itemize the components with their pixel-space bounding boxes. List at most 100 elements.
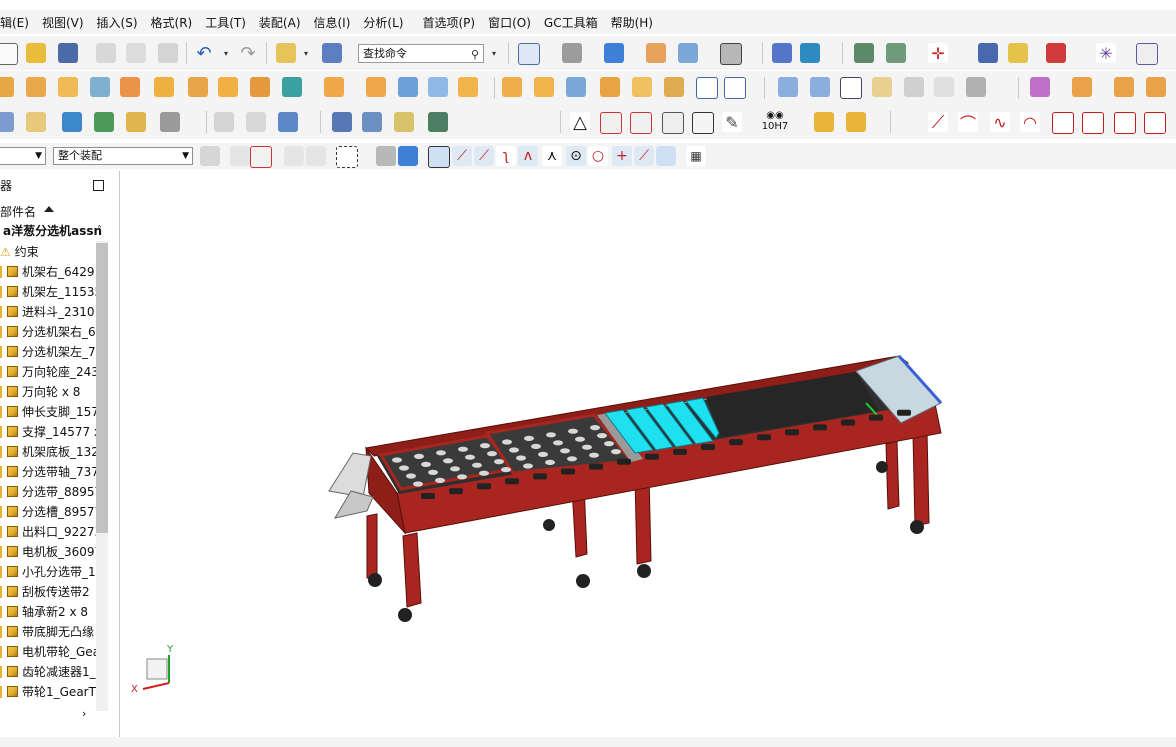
check-indicator-icon[interactable] (0, 266, 2, 278)
sweep-icon[interactable] (398, 77, 418, 97)
curve-sketch-icon[interactable] (214, 112, 234, 132)
tree-item[interactable]: 伸长支脚_157 (0, 402, 96, 422)
copy-icon[interactable] (126, 43, 146, 63)
grid-select-icon[interactable]: ▦ (686, 146, 706, 166)
tree-item[interactable]: 出料口_92273 (0, 522, 96, 542)
column-header-part-name[interactable]: 部件名 (0, 203, 36, 220)
tolerance-icon[interactable]: ◉◉ 10H7 (760, 107, 790, 137)
tree-item[interactable]: 带底脚无凸缘 (0, 622, 96, 642)
check-indicator-icon[interactable] (0, 546, 2, 558)
measure-icon[interactable] (978, 43, 998, 63)
tree-item[interactable]: 电机板_36097 (0, 542, 96, 562)
block-icon[interactable] (26, 77, 46, 97)
wcs-icon[interactable]: ✛ (928, 43, 948, 63)
triangle-icon[interactable]: △ (570, 112, 590, 133)
fit-view-icon[interactable] (518, 43, 540, 65)
menu-info[interactable]: 信息(I) (314, 14, 351, 31)
analysis-icon[interactable] (1008, 43, 1028, 63)
mirror-body-icon[interactable] (1114, 77, 1134, 97)
pattern-icon[interactable] (154, 77, 174, 97)
tree-item[interactable]: 机架右_6429 (0, 262, 96, 282)
tree-item[interactable]: 分选机架右_6 (0, 322, 96, 342)
draft-icon[interactable] (458, 77, 478, 97)
note-icon[interactable] (692, 112, 714, 134)
datum-point-icon[interactable] (282, 77, 302, 97)
select-solid-icon[interactable] (398, 146, 418, 166)
menu-format[interactable]: 格式(R) (151, 14, 193, 31)
menu-tools[interactable]: 工具(T) (205, 14, 246, 31)
component-list-icon[interactable] (0, 112, 14, 132)
wrap-curve-icon[interactable] (1144, 112, 1166, 134)
table-icon[interactable] (600, 112, 622, 134)
menu-window[interactable]: 窗口(O) (488, 14, 531, 31)
weld-icon[interactable]: ✎ (722, 112, 742, 132)
profile-icon[interactable] (246, 112, 266, 132)
command-search-input[interactable]: 查找命令 ⚲ (358, 44, 484, 63)
tree-item[interactable]: 小孔分选带_1 (0, 562, 96, 582)
split-body-icon[interactable] (366, 77, 386, 97)
gold-stack-icon[interactable] (846, 112, 866, 132)
sort-ascending-icon[interactable] (44, 206, 54, 212)
snap-face-icon[interactable] (656, 146, 676, 166)
loft-icon[interactable] (664, 77, 684, 97)
move-component-icon[interactable] (772, 43, 792, 63)
snap-line-icon[interactable]: ⟋ (474, 146, 494, 166)
check-indicator-icon[interactable] (0, 366, 2, 378)
check-indicator-icon[interactable] (0, 646, 2, 658)
tree-item[interactable]: 进料斗_2310 (0, 302, 96, 322)
check-indicator-icon[interactable] (0, 286, 2, 298)
snap-midpoint-icon[interactable]: ⟋ (452, 146, 472, 166)
line-icon[interactable]: ⟋ (928, 112, 948, 133)
menu-preferences[interactable]: 首选项(P) (422, 14, 475, 31)
box-select-icon[interactable] (336, 146, 358, 168)
tree-item[interactable]: 分选带轴_737 (0, 462, 96, 482)
check-indicator-icon[interactable] (0, 326, 2, 338)
redo-icon[interactable]: ↷ (238, 43, 258, 64)
intersect-curve-icon[interactable] (1114, 112, 1136, 134)
layer-settings-icon[interactable] (854, 43, 874, 63)
undo-icon[interactable]: ↶ (194, 43, 214, 64)
tree-constraints[interactable]: ⚠ 约束 (0, 242, 96, 262)
surface-icon[interactable] (600, 77, 620, 97)
check-indicator-icon[interactable] (0, 586, 2, 598)
check-indicator-icon[interactable] (0, 346, 2, 358)
menu-view[interactable]: 视图(V) (42, 14, 84, 31)
info-window-icon[interactable] (322, 43, 342, 63)
select-all-icon[interactable] (230, 146, 250, 166)
check-indicator-icon[interactable] (0, 386, 2, 398)
offset-curve-icon[interactable] (1052, 112, 1074, 134)
snap-control-icon[interactable]: ʌ (518, 146, 538, 166)
boolean-icon[interactable] (250, 77, 270, 97)
tree-item[interactable]: 万向轮 x 8 (0, 382, 96, 402)
background-icon[interactable] (720, 43, 742, 65)
n-sided-icon[interactable] (840, 77, 862, 99)
sphere-icon[interactable] (120, 77, 140, 97)
assembly-constraint-icon[interactable] (800, 43, 820, 63)
parts-list-icon[interactable] (662, 112, 684, 134)
tree-item[interactable]: 机架底板_132 (0, 442, 96, 462)
menu-edit[interactable]: 辑(E) (0, 14, 29, 31)
chevron-up-icon[interactable]: ˄ (97, 225, 102, 236)
tree-root-assembly[interactable]: a洋葱分选机assn (0, 222, 108, 241)
cut-icon[interactable] (96, 43, 116, 63)
shaded-cube-icon[interactable] (604, 43, 624, 63)
snap-quadrant-icon[interactable]: ○ (588, 146, 608, 166)
law-curve-icon[interactable] (872, 77, 892, 97)
type-filter-select[interactable]: ▼ (0, 147, 46, 165)
tag-icon[interactable] (26, 112, 46, 132)
bridge-icon[interactable] (696, 77, 718, 99)
closed-curve-icon[interactable]: ◠ (1020, 112, 1040, 132)
sew-icon[interactable] (778, 77, 798, 97)
graphics-viewport[interactable]: Y X (121, 171, 1176, 737)
dimension-icon[interactable] (278, 112, 298, 132)
check-indicator-icon[interactable] (0, 426, 2, 438)
hole-icon[interactable] (188, 77, 208, 97)
open-folder-icon[interactable] (26, 43, 46, 63)
select-face-icon[interactable] (306, 146, 326, 166)
check-indicator-icon[interactable] (0, 606, 2, 618)
check-indicator-icon[interactable] (0, 406, 2, 418)
text-icon[interactable] (160, 112, 180, 132)
spring-icon[interactable] (362, 112, 382, 132)
project-curve-icon[interactable] (1082, 112, 1104, 134)
view-front-icon[interactable] (678, 43, 698, 63)
